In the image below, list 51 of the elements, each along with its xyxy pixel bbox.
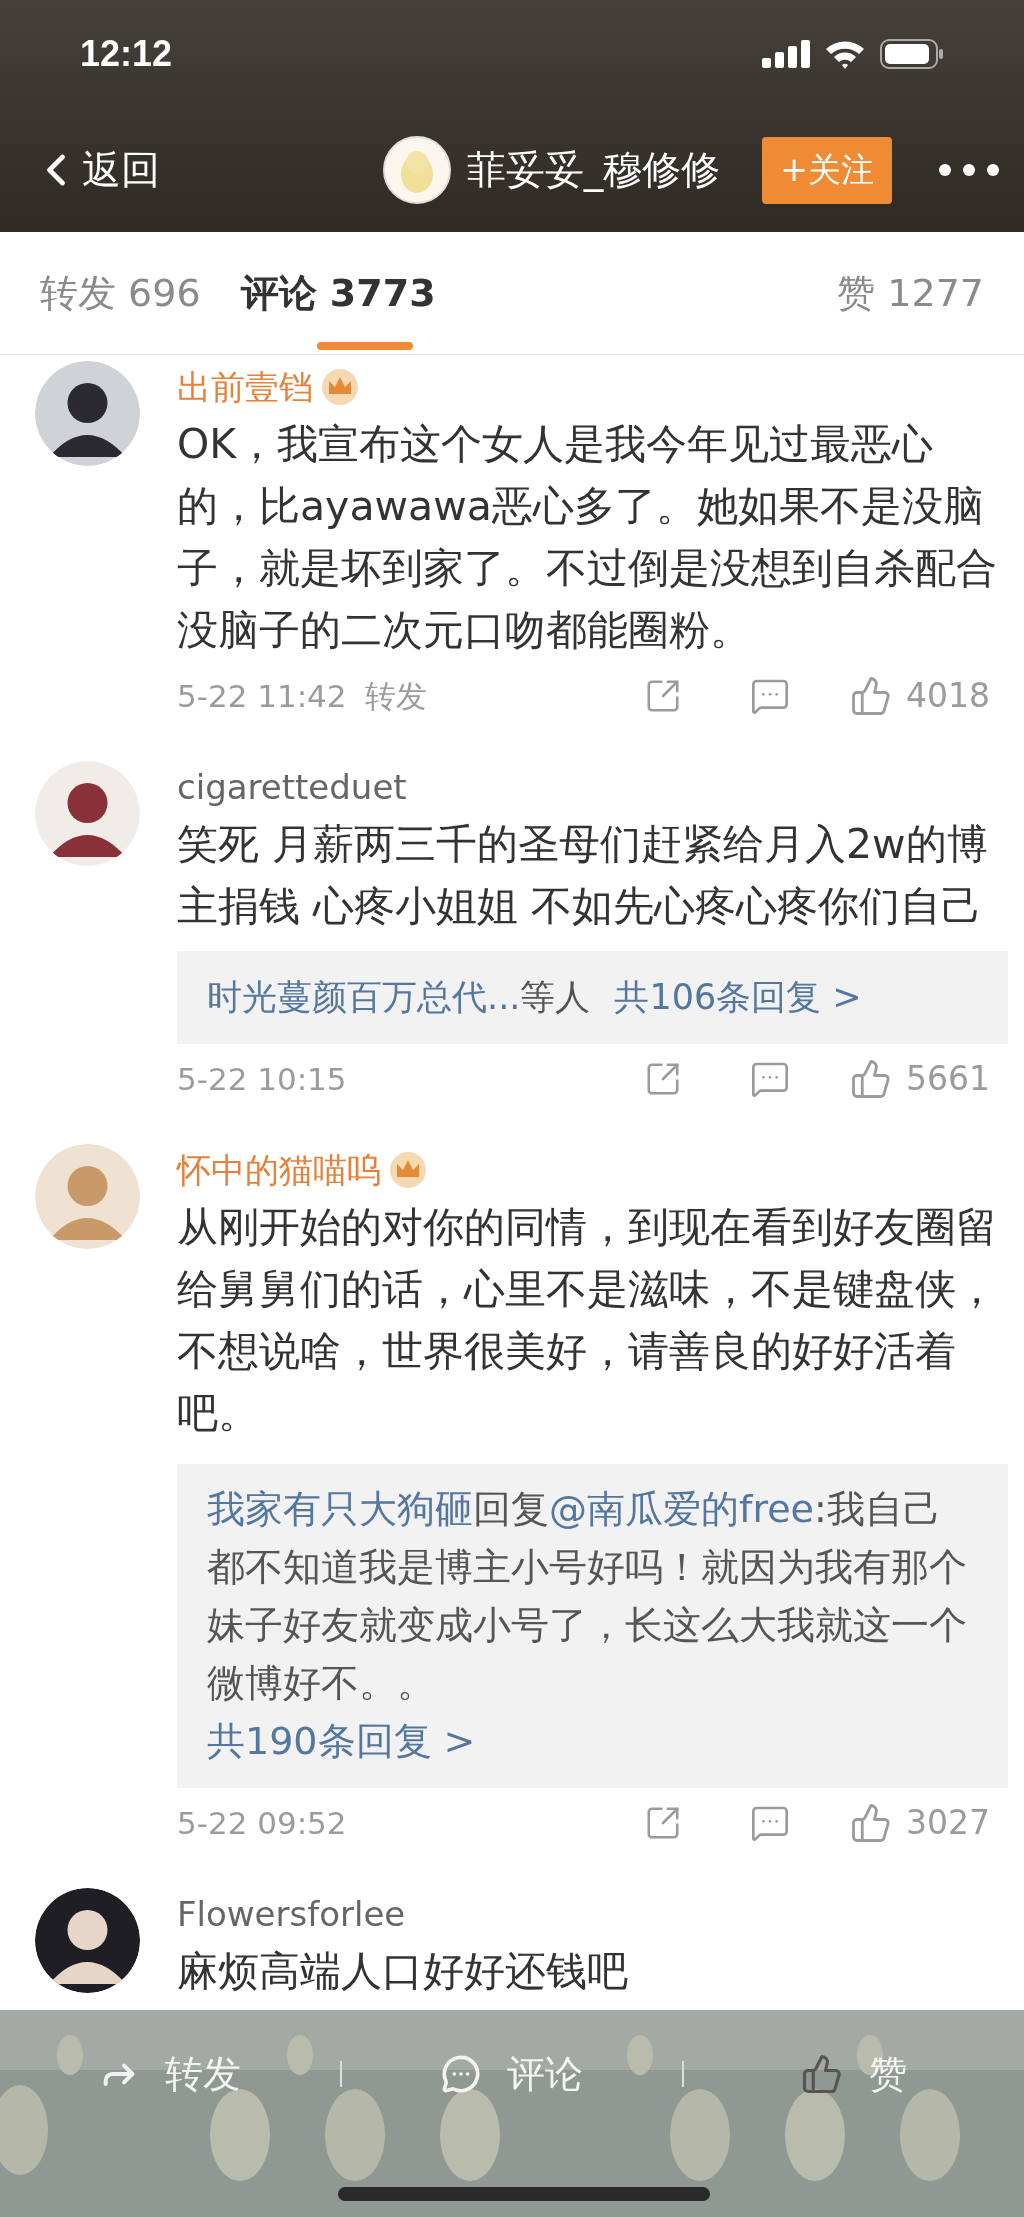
reply-count-link[interactable]: 共190条回复 > bbox=[207, 1719, 476, 1763]
avatar[interactable] bbox=[35, 761, 140, 866]
page-title: 菲妥妥_穆修修 bbox=[466, 145, 721, 194]
status-time: 12:12 bbox=[80, 32, 173, 76]
follow-button[interactable]: +关注 bbox=[762, 136, 892, 204]
more-icon[interactable] bbox=[938, 163, 1000, 177]
crown-icon bbox=[321, 368, 359, 406]
comment-text: 麻烦高端人口好好还钱吧 bbox=[177, 1946, 629, 1997]
tab[interactable]: 转发 696 bbox=[40, 232, 201, 354]
mention-link[interactable]: @南瓜爱的free bbox=[549, 1487, 814, 1531]
tab[interactable]: 评论 3773 bbox=[240, 232, 436, 354]
comment-time: 5-22 09:52 bbox=[177, 1803, 347, 1843]
like-count: 3027 bbox=[906, 1802, 990, 1845]
commenter-name[interactable]: 怀中的猫喵呜 bbox=[177, 1144, 381, 1196]
action-button[interactable]: 评论 bbox=[342, 2029, 682, 2119]
reply-box[interactable]: 时光蔓颜百万总代...等人 共106条回复 > bbox=[177, 951, 1008, 1044]
comment-text: 笑死 月薪两三千的圣母们赶紧给月入2w的博主捐钱 心疼小姐姐 不如先心疼心疼你们自己 bbox=[177, 819, 989, 932]
like-icon[interactable] bbox=[850, 1802, 892, 1844]
comment-time: 5-22 11:42 bbox=[177, 676, 347, 716]
battery-icon bbox=[880, 39, 944, 69]
share-icon[interactable] bbox=[644, 677, 682, 715]
action-button[interactable]: 赞 bbox=[684, 2029, 1024, 2119]
reply-count-link[interactable]: 共106条回复 > bbox=[614, 971, 862, 1024]
comment-icon bbox=[441, 2054, 481, 2094]
profile-avatar[interactable] bbox=[382, 136, 451, 204]
crown-icon bbox=[389, 1151, 427, 1189]
commenter-name[interactable]: cigaretteduet bbox=[177, 761, 407, 813]
like-icon[interactable] bbox=[850, 1058, 892, 1100]
reply-user-link[interactable]: 我家有只大狗砸 bbox=[207, 1487, 473, 1531]
avatar[interactable] bbox=[35, 1888, 140, 1993]
commenter-name[interactable]: Flowersforlee bbox=[177, 1888, 406, 1940]
reply-users[interactable]: 时光蔓颜百万总代... bbox=[207, 971, 521, 1024]
reply-suffix: 等人 bbox=[520, 976, 591, 1020]
like-icon bbox=[801, 2053, 843, 2095]
signal-icon bbox=[762, 40, 812, 68]
tab[interactable]: 赞 1277 bbox=[837, 232, 984, 354]
repost-link[interactable]: 转发 bbox=[364, 672, 427, 720]
share-icon[interactable] bbox=[644, 1060, 682, 1098]
commenter-name[interactable]: 出前壹铛 bbox=[177, 361, 313, 413]
comment-text: OK，我宣布这个女人是我今年见过最恶心的，比ayawawa恶心多了。她如果不是没脑子，就是坏到家了。不过倒是没想到自杀配合没脑子的二次元口吻都能圈粉。 bbox=[177, 419, 998, 656]
avatar[interactable] bbox=[35, 361, 140, 466]
like-icon[interactable] bbox=[850, 675, 892, 717]
back-button[interactable]: 返回 bbox=[30, 140, 160, 200]
reply-text: 我家有只大狗砸回复@南瓜爱的free:我自己都不知道我是博主小号好吗！就因为我有那个妹子好友就变成小号了，长这么大我就这一个微博好不。。 bbox=[207, 1486, 968, 1707]
wifi-icon bbox=[824, 39, 866, 69]
like-count: 4018 bbox=[906, 675, 990, 718]
action-button[interactable]: 转发 bbox=[0, 2029, 340, 2119]
comment-text: 从刚开始的对你的同情，到现在看到好友圈留给舅舅们的话，心里不是滋味，不是键盘侠，不想说啥，世界很美好，请善良的好好活着吧。 bbox=[177, 1202, 998, 1439]
like-count: 5661 bbox=[906, 1058, 990, 1101]
comment-time: 5-22 10:15 bbox=[177, 1059, 347, 1099]
share-icon[interactable] bbox=[644, 1804, 682, 1842]
